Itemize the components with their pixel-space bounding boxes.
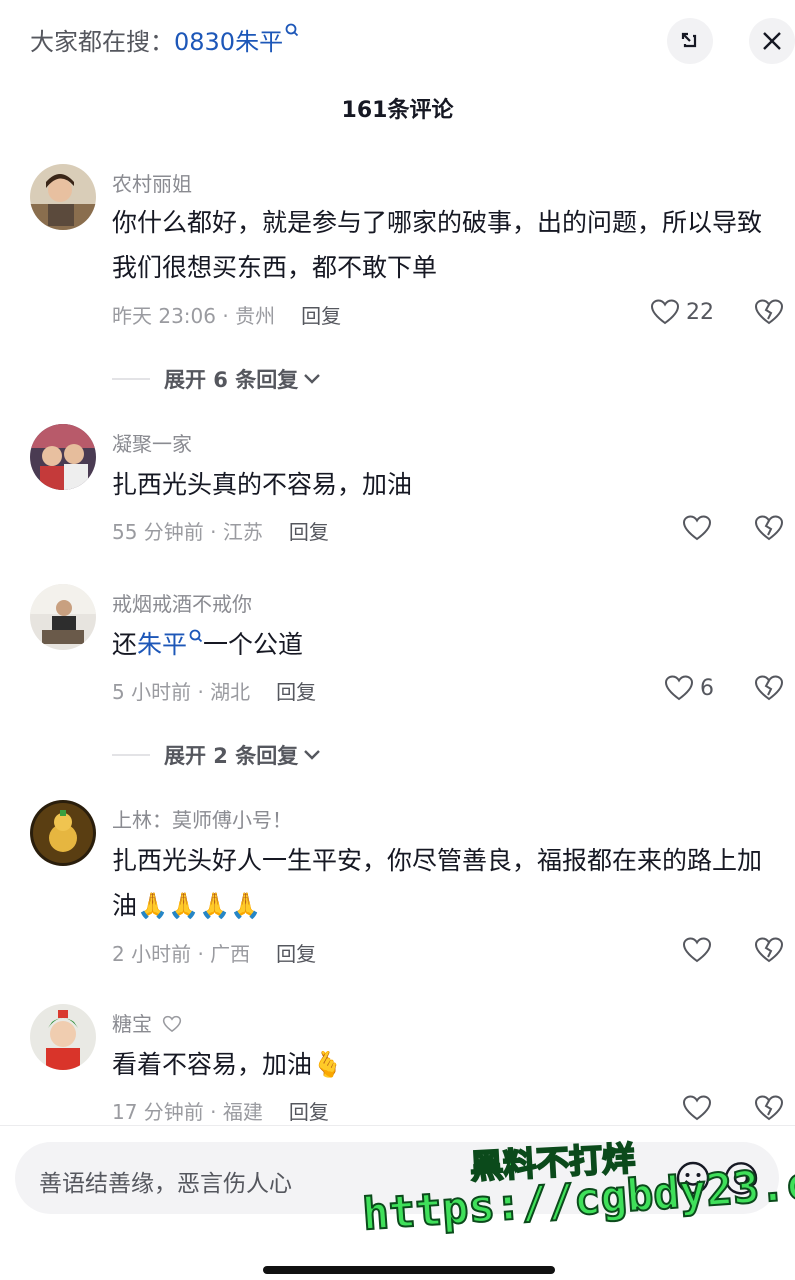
comment-author[interactable]: 凝聚一家 xyxy=(112,428,192,457)
avatar[interactable] xyxy=(30,164,96,230)
comment-meta-row: 17 分钟前 · 福建 回复 xyxy=(112,1096,329,1125)
chevron-down-icon xyxy=(304,750,321,760)
reply-button[interactable]: 回复 xyxy=(289,1100,329,1124)
avatar[interactable] xyxy=(30,800,96,866)
comment-meta-row: 2 小时前 · 广西 回复 xyxy=(112,938,316,967)
search-prefix: 大家都在搜： xyxy=(30,28,174,56)
expand-replies-label: 展开 6 条回复 xyxy=(164,368,299,392)
expand-button[interactable] xyxy=(667,18,713,64)
dislike-icon[interactable] xyxy=(754,1094,784,1122)
comment-text: 扎西光头好人一生平安，你尽管善良，福报都在来的路上加油🙏🙏🙏🙏 xyxy=(112,846,763,920)
heart-icon xyxy=(682,1095,712,1121)
input-divider xyxy=(0,1125,795,1126)
like-button[interactable] xyxy=(682,936,712,964)
heart-icon xyxy=(650,299,680,325)
close-icon xyxy=(763,32,781,50)
like-button[interactable] xyxy=(682,1094,712,1122)
expand-replies-label: 展开 2 条回复 xyxy=(164,744,299,768)
divider-line xyxy=(112,754,150,756)
comment-time-location: 55 分钟前 · 江苏 xyxy=(112,520,263,544)
avatar[interactable] xyxy=(30,1004,96,1070)
comment-count: 161条评论 xyxy=(341,98,454,123)
search-term-link[interactable]: 0830朱平 xyxy=(174,28,283,56)
comment-author[interactable]: 戒烟戒酒不戒你 xyxy=(112,588,252,617)
close-button[interactable] xyxy=(749,18,795,64)
heart-icon xyxy=(664,675,694,701)
comment-text-suffix: 一个公道 xyxy=(203,630,304,659)
comment-text: 还朱平 一个公道 xyxy=(112,622,772,667)
heart-icon xyxy=(682,937,712,963)
top-bar: 大家都在搜：0830朱平 xyxy=(0,0,795,80)
mention-link[interactable]: 朱平 xyxy=(137,630,187,659)
divider-line xyxy=(112,378,150,380)
home-indicator[interactable] xyxy=(263,1266,555,1274)
dislike-icon[interactable] xyxy=(754,674,784,702)
comment-meta-row: 昨天 23:06 · 贵州 回复 xyxy=(112,300,341,329)
like-button[interactable]: 6 xyxy=(664,674,714,702)
like-button[interactable]: 22 xyxy=(650,298,714,326)
heart-badge-icon xyxy=(163,1015,182,1033)
like-count: 6 xyxy=(700,675,714,701)
comment-text: 扎西光头真的不容易，加油 xyxy=(112,470,413,499)
comment-time-location: 2 小时前 · 广西 xyxy=(112,942,251,966)
comment-text-prefix: 还 xyxy=(112,630,138,659)
comment-time-location: 昨天 23:06 · 贵州 xyxy=(112,304,276,328)
comment-time-location: 17 分钟前 · 福建 xyxy=(112,1100,263,1124)
reply-button[interactable]: 回复 xyxy=(289,520,329,544)
expand-replies-button[interactable]: 展开 2 条回复 xyxy=(112,740,322,770)
comment-author-name: 糖宝 xyxy=(112,1012,152,1036)
search-icon xyxy=(285,23,299,37)
avatar[interactable] xyxy=(30,584,96,650)
comment-text: 看着不容易，加油🫰 xyxy=(112,1050,344,1079)
dislike-icon[interactable] xyxy=(754,936,784,964)
expand-replies-button[interactable]: 展开 6 条回复 xyxy=(112,364,322,394)
heart-icon xyxy=(682,515,712,541)
dislike-icon[interactable] xyxy=(754,514,784,542)
avatar[interactable] xyxy=(30,424,96,490)
comment-author[interactable]: 糖宝 xyxy=(112,1008,182,1037)
reply-button[interactable]: 回复 xyxy=(276,680,316,704)
comment-meta-row: 5 小时前 · 湖北 回复 xyxy=(112,676,316,705)
comment-author[interactable]: 农村丽姐 xyxy=(112,168,192,197)
like-button[interactable] xyxy=(682,514,712,542)
dislike-icon[interactable] xyxy=(754,298,784,326)
comment-input-placeholder: 善语结善缘，恶言伤人心 xyxy=(39,1171,292,1197)
comment-text: 你什么都好，就是参与了哪家的破事，出的问题，所以导致我们很想买东西，都不敢下单 xyxy=(112,208,763,282)
expand-icon xyxy=(681,32,697,48)
chevron-down-icon xyxy=(304,374,321,384)
search-icon xyxy=(189,629,203,643)
comment-author[interactable]: 上林：莫师傅小号！ xyxy=(112,804,292,833)
reply-button[interactable]: 回复 xyxy=(276,942,316,966)
comment-meta-row: 55 分钟前 · 江苏 回复 xyxy=(112,516,329,545)
search-suggestion[interactable]: 大家都在搜：0830朱平 xyxy=(30,22,299,57)
reply-button[interactable]: 回复 xyxy=(301,304,341,328)
like-count: 22 xyxy=(686,299,714,325)
comment-time-location: 5 小时前 · 湖北 xyxy=(112,680,251,704)
